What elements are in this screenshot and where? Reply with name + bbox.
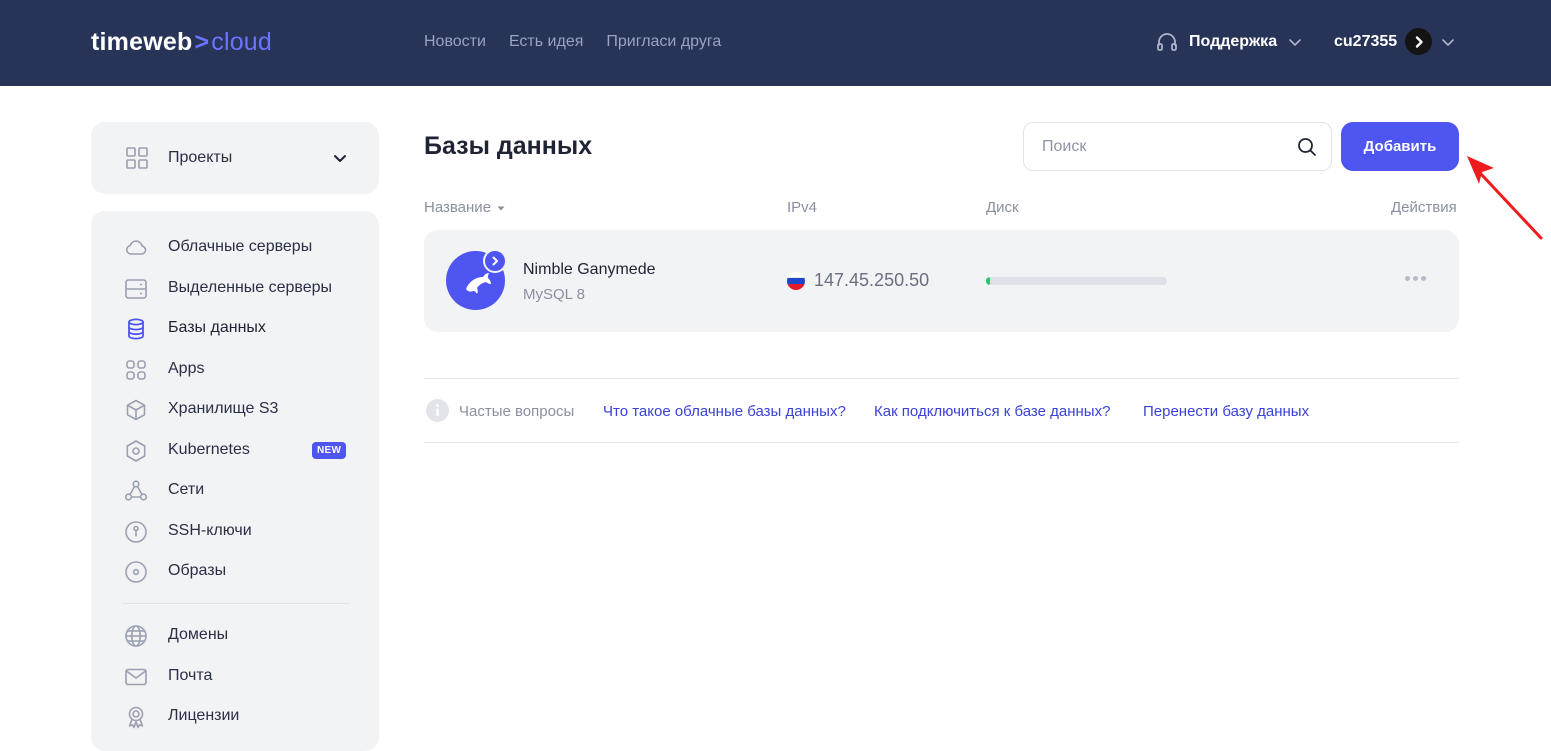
database-icon	[128, 318, 144, 340]
support-menu[interactable]: Поддержка	[1155, 30, 1303, 54]
dot-icon	[1413, 276, 1418, 281]
sidebar-item-label: Хранилище S3	[168, 400, 279, 417]
search-icon[interactable]	[1297, 137, 1317, 157]
cube-icon	[126, 399, 146, 421]
sidebar-item-label: Образы	[168, 562, 227, 579]
sidebar-item-networks[interactable]: Сети	[91, 472, 379, 508]
database-ip: 147.45.250.50	[814, 270, 930, 290]
info-icon	[426, 399, 449, 422]
chevron-down-icon	[1442, 38, 1454, 46]
user-menu[interactable]: cu27355	[1334, 28, 1456, 55]
sidebar-item-label: Облачные серверы	[168, 238, 313, 255]
sidebar-item-cloud-servers[interactable]: Облачные серверы	[91, 229, 379, 265]
sidebar-item-storage-s3[interactable]: Хранилище S3	[91, 391, 379, 427]
search-box	[1023, 122, 1332, 171]
disk-usage-fill	[986, 277, 990, 285]
support-label: Поддержка	[1189, 33, 1278, 50]
mail-icon	[125, 668, 147, 686]
projects-selector[interactable]: Проекты	[91, 122, 379, 194]
sort-down-icon	[497, 206, 505, 211]
apps-icon	[126, 360, 146, 380]
logo[interactable]: timeweb > cloud	[91, 28, 272, 57]
sidebar-item-label: Лицензии	[168, 707, 240, 724]
sidebar-item-apps[interactable]: Apps	[91, 351, 379, 387]
chevron-right-icon	[1415, 35, 1423, 48]
sidebar: Облачные серверы Выделенные серверы Базы…	[91, 211, 379, 751]
sidebar-item-label: Apps	[168, 360, 205, 377]
add-button[interactable]: Добавить	[1341, 122, 1459, 171]
sidebar-item-label: Kubernetes	[168, 441, 250, 458]
sidebar-item-images[interactable]: Образы	[91, 553, 379, 589]
dot-icon	[1405, 276, 1410, 281]
nav-link-news[interactable]: Новости	[424, 33, 486, 51]
database-name: Nimble Ganymede	[523, 261, 656, 278]
sidebar-item-ssh-keys[interactable]: SSH-ключи	[91, 513, 379, 549]
user-avatar	[1405, 28, 1433, 55]
top-nav: Новости Есть идея Пригласи друга	[424, 33, 721, 51]
database-engine: MySQL 8	[523, 286, 585, 303]
top-header: timeweb > cloud Новости Есть идея Пригласи…	[0, 0, 1551, 86]
more-actions-button[interactable]	[1401, 272, 1430, 285]
faq-label: Частые вопросы	[459, 403, 575, 420]
projects-label: Проекты	[168, 149, 233, 166]
network-icon	[124, 480, 148, 501]
nav-link-invite[interactable]: Пригласи друга	[606, 33, 721, 51]
globe-icon	[125, 625, 147, 647]
grid-icon	[126, 147, 148, 169]
database-link-badge	[483, 249, 507, 273]
faq-link-what-is-db[interactable]: Что такое облачные базы данных?	[603, 403, 846, 420]
server-icon	[125, 279, 147, 299]
logo-chevron: >	[194, 28, 210, 56]
sidebar-item-kubernetes[interactable]: Kubernetes NEW	[91, 432, 379, 468]
sidebar-item-label: Почта	[168, 667, 213, 684]
sidebar-divider	[123, 603, 349, 604]
dot-icon	[1421, 276, 1426, 281]
page-title: Базы данных	[424, 132, 593, 160]
disk-usage-bar	[986, 277, 1167, 285]
kubernetes-icon	[126, 440, 146, 462]
sidebar-item-mail[interactable]: Почта	[91, 658, 379, 694]
column-header-ip: IPv4	[787, 199, 818, 216]
annotation-arrow-icon	[1467, 156, 1543, 240]
column-name-label: Название	[424, 199, 492, 216]
disc-icon	[125, 561, 147, 583]
sidebar-item-label: Домены	[168, 626, 229, 643]
nav-link-idea[interactable]: Есть идея	[509, 33, 583, 51]
database-row[interactable]: Nimble Ganymede MySQL 8 147.45.250.50	[424, 230, 1459, 332]
user-label: cu27355	[1334, 32, 1398, 50]
logo-cloud: cloud	[211, 28, 273, 56]
headset-icon	[1157, 33, 1177, 51]
sidebar-item-databases[interactable]: Базы данных	[91, 310, 379, 346]
sidebar-item-label: SSH-ключи	[168, 522, 252, 539]
column-header-name[interactable]: Название	[424, 199, 506, 216]
new-badge: NEW	[312, 442, 347, 459]
faq-divider-top	[424, 378, 1459, 379]
sidebar-item-label: Выделенные серверы	[168, 279, 333, 296]
column-header-disk: Диск	[986, 199, 1019, 216]
logo-main: timeweb	[91, 28, 193, 56]
license-icon	[128, 706, 144, 729]
sidebar-item-label: Базы данных	[168, 319, 266, 336]
faq-divider-bottom	[424, 442, 1459, 443]
sidebar-item-label: Сети	[168, 481, 205, 498]
chevron-down-icon	[1289, 39, 1301, 47]
key-icon	[125, 521, 147, 543]
column-header-actions: Действия	[1391, 199, 1457, 216]
search-input[interactable]	[1042, 135, 1292, 159]
chevron-right-icon	[492, 256, 498, 266]
sidebar-item-licenses[interactable]: Лицензии	[91, 698, 379, 734]
cloud-icon	[125, 240, 147, 255]
russia-flag-icon	[787, 272, 805, 290]
faq-link-migrate-db[interactable]: Перенести базу данных	[1143, 403, 1309, 420]
chevron-down-icon	[334, 155, 346, 162]
sidebar-item-dedicated-servers[interactable]: Выделенные серверы	[91, 270, 379, 306]
sidebar-item-domains[interactable]: Домены	[91, 617, 379, 653]
faq-link-connect-db[interactable]: Как подключиться к базе данных?	[874, 403, 1110, 420]
